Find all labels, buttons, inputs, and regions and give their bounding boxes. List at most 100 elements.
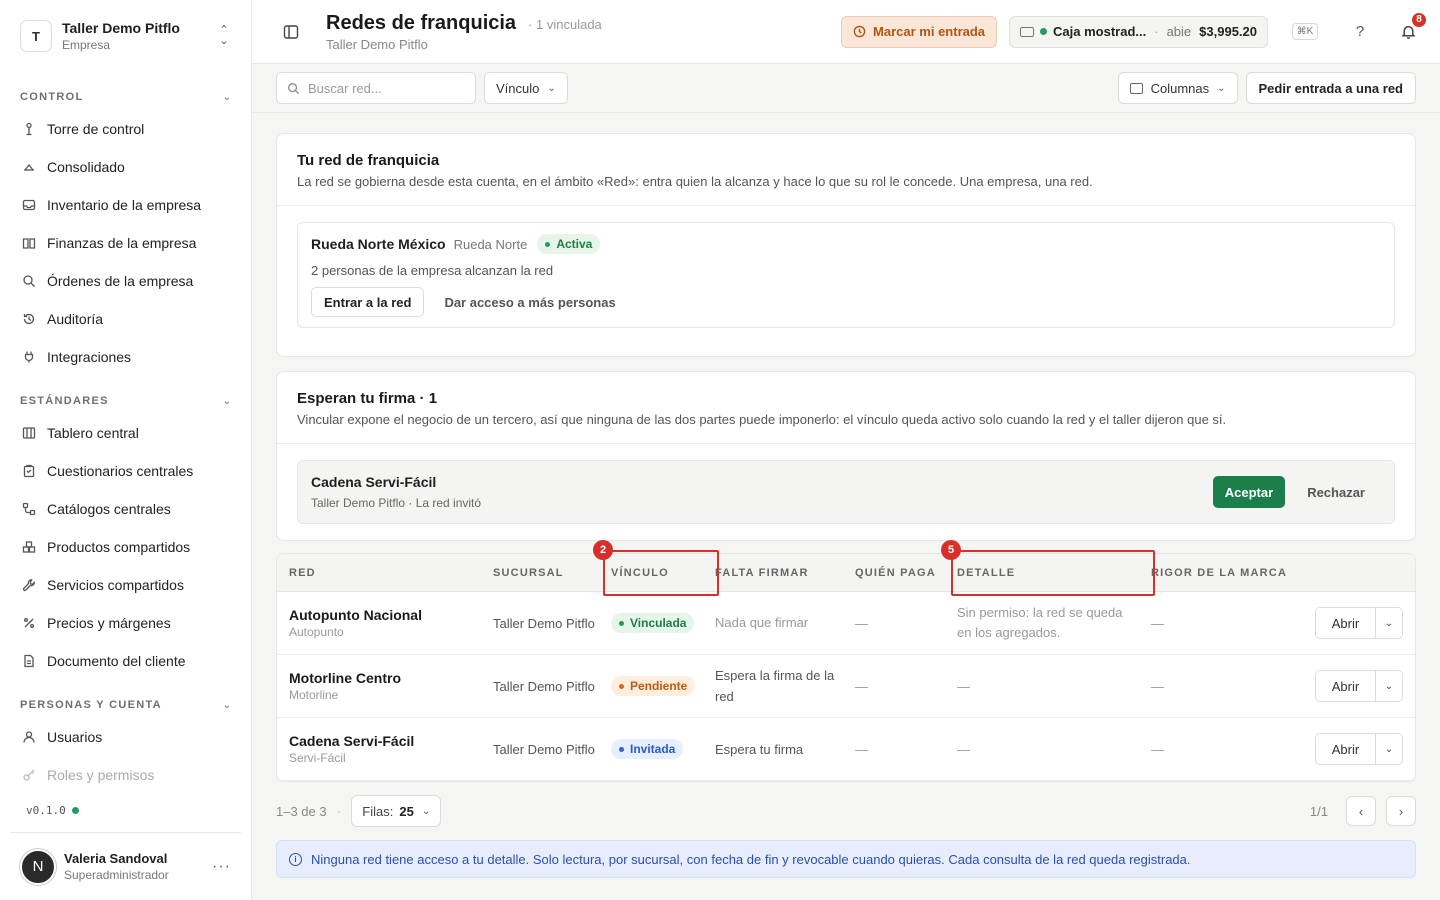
column-header[interactable]: FALTA FIRMAR <box>715 567 855 579</box>
sidebar-item-tablero-central[interactable]: Tablero central <box>0 414 251 452</box>
sidebar-item-auditoria[interactable]: Auditoría <box>0 300 251 338</box>
rows-per-page-select[interactable]: Filas: 25 ⌄ <box>351 795 442 827</box>
grant-access-button[interactable]: Dar acceso a más personas <box>444 295 615 310</box>
column-header[interactable]: RED <box>277 567 493 579</box>
help-icon[interactable]: ? <box>1348 23 1372 40</box>
workspace-name: Taller Demo Pitflo <box>62 20 180 36</box>
notice-text: Ninguna red tiene acceso a tu detalle. S… <box>311 851 1191 867</box>
register-status: abie <box>1166 24 1192 39</box>
enter-network-button[interactable]: Entrar a la red <box>311 287 425 317</box>
search-button[interactable]: ⌘K <box>1290 20 1319 44</box>
status-dot <box>1040 28 1048 35</box>
board-icon <box>22 426 36 440</box>
sidebar-item-cuestionarios[interactable]: Cuestionarios centrales <box>0 452 251 490</box>
link-filter-select[interactable]: Vínculo ⌄ <box>484 72 568 104</box>
network-name: Rueda Norte México <box>311 236 446 252</box>
workspace-type: Empresa <box>62 38 111 52</box>
network-short-name: Rueda Norte <box>453 236 528 252</box>
pagination-range: 1–3 de 3 <box>276 803 327 819</box>
user-name: Valeria Sandoval <box>64 851 168 866</box>
sidebar-toggle-icon[interactable] <box>280 21 302 43</box>
pagination: 1–3 de 3 · Filas: 25 ⌄ 1/1 ‹ › <box>276 782 1416 840</box>
column-header[interactable]: VÍNCULO <box>607 567 715 579</box>
nav-group-control[interactable]: CONTROL ⌄ <box>0 84 251 110</box>
request-network-button[interactable]: Pedir entrada a una red <box>1245 72 1416 104</box>
detail-cell: Sin permiso: la red se queda en los agre… <box>957 605 1123 640</box>
sidebar-item-label: Productos compartidos <box>47 539 191 555</box>
document-icon <box>22 654 36 668</box>
network-name: Cadena Servi-Fácil <box>289 733 415 749</box>
sidebar-item-precios[interactable]: Precios y márgenes <box>0 604 251 642</box>
sidebar-item-torre-de-control[interactable]: Torre de control <box>0 110 251 148</box>
sidebar-item-roles[interactable]: Roles y permisos <box>0 756 251 794</box>
column-header[interactable]: DETALLE <box>955 567 1151 579</box>
user-menu[interactable]: N Valeria Sandoval Superadministrador ··… <box>10 832 241 900</box>
open-button[interactable]: Abrir <box>1316 734 1376 764</box>
section-description: Vincular expone el negocio de un tercero… <box>297 412 1227 427</box>
table-row[interactable]: Autopunto Nacional Autopunto Taller Demo … <box>277 592 1415 655</box>
sidebar-item-documento[interactable]: Documento del cliente <box>0 642 251 680</box>
book-icon <box>22 236 36 250</box>
network-name: Motorline Centro <box>289 670 401 686</box>
register-amount: $3,995.20 <box>1199 24 1257 39</box>
accept-button[interactable]: Aceptar <box>1212 476 1286 508</box>
column-header[interactable]: RIGOR DE LA MARCA <box>1151 567 1301 579</box>
catalog-icon <box>22 502 36 516</box>
sidebar-item-productos[interactable]: Productos compartidos <box>0 528 251 566</box>
reject-button[interactable]: Rechazar <box>1291 476 1381 508</box>
status-badge: Vinculada <box>611 613 695 634</box>
sidebar-item-usuarios[interactable]: Usuarios <box>0 718 251 756</box>
sidebar-item-label: Consolidado <box>47 159 125 175</box>
chevron-down-icon[interactable]: ⌄ <box>1376 608 1402 638</box>
page-subtitle: Taller Demo Pitflo <box>326 36 428 52</box>
nav-group-personas[interactable]: PERSONAS Y CUENTA ⌄ <box>0 692 251 718</box>
clock-in-button[interactable]: Marcar mi entrada <box>841 15 998 48</box>
sidebar-item-label: Servicios compartidos <box>47 577 184 593</box>
chevron-down-icon[interactable]: ⌄ <box>1376 734 1402 764</box>
boxes-icon <box>22 540 36 554</box>
rigor-cell: — <box>1151 615 1164 631</box>
sidebar-item-label: Auditoría <box>47 311 104 327</box>
open-button[interactable]: Abrir <box>1316 608 1376 638</box>
section-title: Esperan tu firma · 1 <box>297 390 438 407</box>
sidebar-item-integraciones[interactable]: Integraciones <box>0 338 251 376</box>
clock-icon <box>853 25 866 38</box>
chevron-down-icon[interactable]: ⌄ <box>1376 671 1402 701</box>
invitation-item: Cadena Servi-Fácil Taller Demo Pitflo · … <box>297 460 1395 524</box>
sidebar-item-inventario[interactable]: Inventario de la empresa <box>0 186 251 224</box>
chevron-updown-icon: ⌃ ⌄ <box>219 24 229 47</box>
wrench-icon <box>22 578 36 592</box>
table-row[interactable]: Cadena Servi-Fácil Servi-Fácil Taller Dem… <box>277 718 1415 781</box>
open-split-button: Abrir ⌄ <box>1315 607 1403 639</box>
more-icon[interactable]: ··· <box>212 858 231 876</box>
columns-button[interactable]: Columnas ⌄ <box>1117 72 1238 104</box>
network-name: Autopunto Nacional <box>289 607 422 623</box>
open-button[interactable]: Abrir <box>1316 671 1376 701</box>
sidebar-item-finanzas[interactable]: Finanzas de la empresa <box>0 224 251 262</box>
search-field[interactable] <box>276 72 476 104</box>
cash-register-selector[interactable]: Caja mostrad... · abie $3,995.20 <box>1009 15 1268 48</box>
column-header[interactable]: SUCURSAL <box>493 567 607 579</box>
filter-label: Vínculo <box>496 80 540 96</box>
sidebar-item-servicios[interactable]: Servicios compartidos <box>0 566 251 604</box>
sidebar-item-ordenes[interactable]: Órdenes de la empresa <box>0 262 251 300</box>
payer-cell: — <box>855 615 868 631</box>
network-reach: 2 personas de la empresa alcanzan la red <box>311 263 554 278</box>
nav-group-estandares[interactable]: ESTÁNDARES ⌄ <box>0 388 251 414</box>
column-header[interactable]: QUIÉN PAGA <box>855 567 955 579</box>
sidebar-item-catalogos[interactable]: Catálogos centrales <box>0 490 251 528</box>
table-row[interactable]: Motorline Centro Motorline Taller Demo Pi… <box>277 655 1415 718</box>
chevron-down-icon: ⌄ <box>1217 82 1226 94</box>
next-page-button[interactable]: › <box>1386 796 1416 826</box>
network-short-name: Autopunto <box>289 625 344 639</box>
sidebar-item-label: Finanzas de la empresa <box>47 235 197 251</box>
page-title: Redes de franquicia <box>326 11 517 34</box>
sidebar-item-consolidado[interactable]: Consolidado <box>0 148 251 186</box>
workspace-switcher[interactable]: T Taller Demo Pitflo Empresa ⌃ ⌄ <box>0 0 251 72</box>
status-badge: Activa <box>537 234 601 254</box>
workspace-avatar: T <box>20 20 52 52</box>
notifications-button[interactable]: 8 <box>1396 10 1428 44</box>
rows-label: Filas: <box>362 803 394 819</box>
search-input[interactable] <box>308 80 458 96</box>
prev-page-button[interactable]: ‹ <box>1346 796 1376 826</box>
